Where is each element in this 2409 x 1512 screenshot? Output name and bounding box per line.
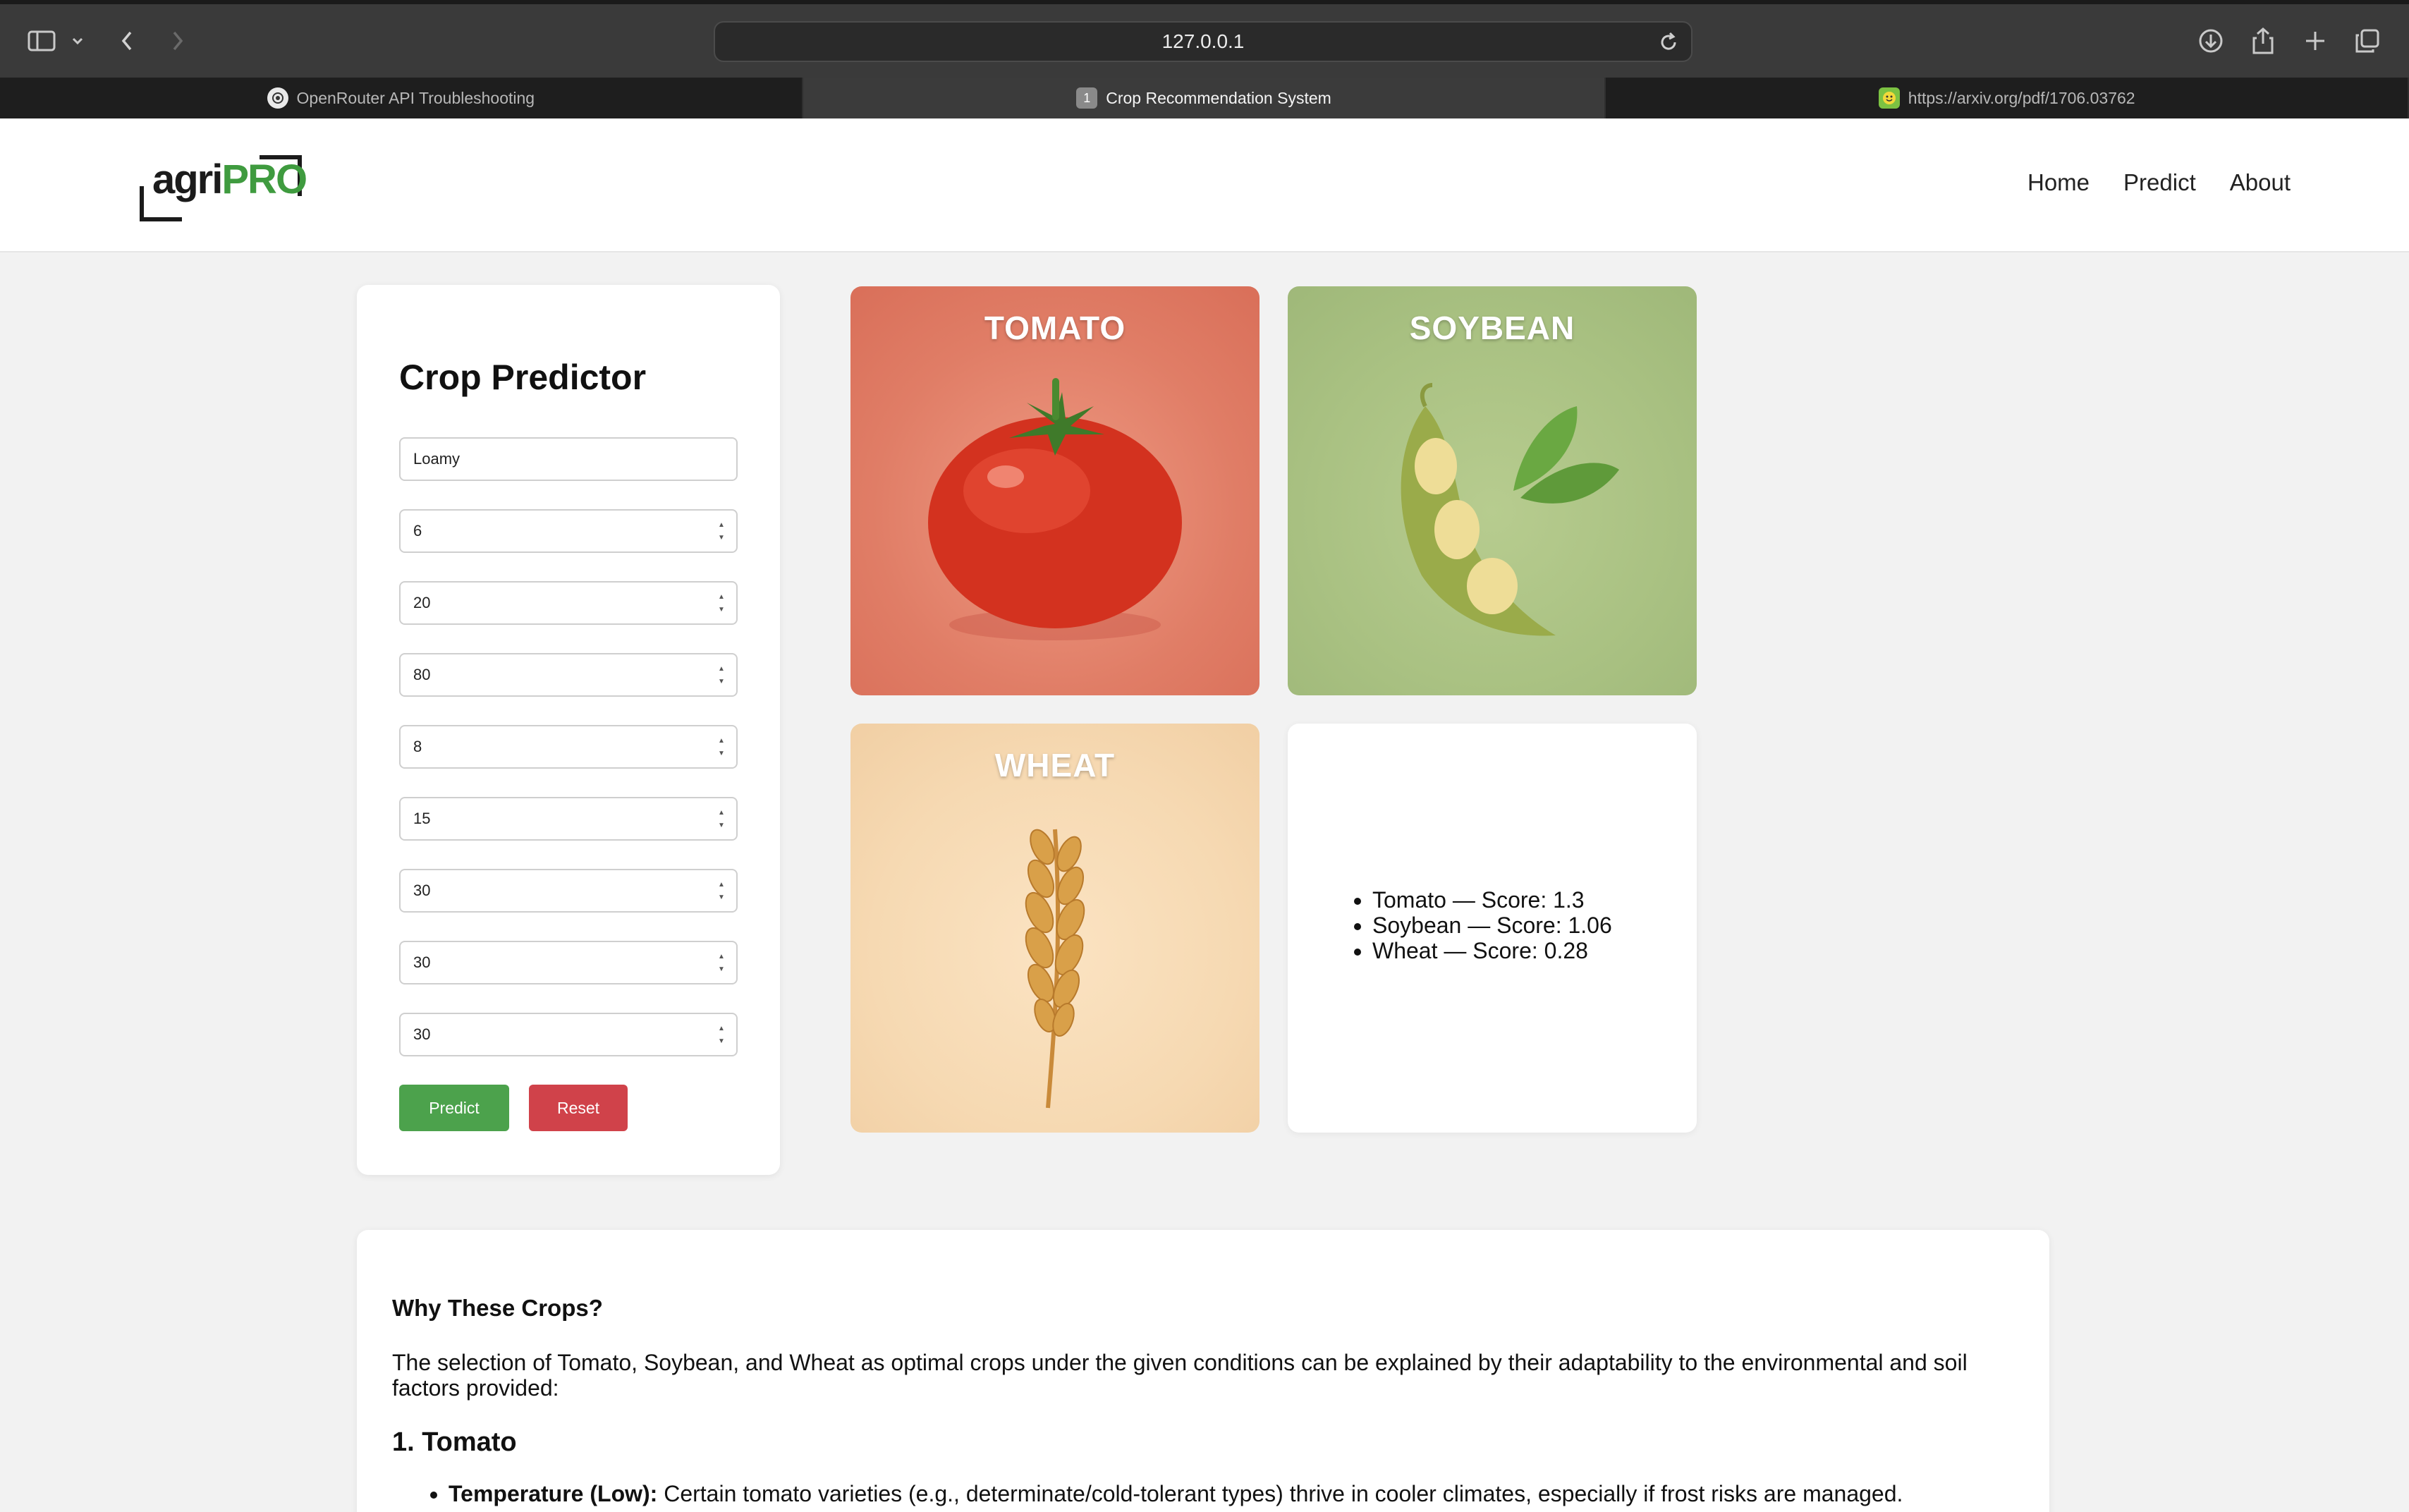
tab-title: Crop Recommendation System (1106, 88, 1331, 107)
input-value: 80 (413, 666, 431, 683)
explanation-heading: Why These Crops? (392, 1295, 603, 1321)
numeric-input-3[interactable]: 80 ▲ ▼ (399, 653, 738, 697)
soybean-label: SOYBEAN (1409, 310, 1575, 346)
reason-text: Certain tomato varieties (e.g., determin… (657, 1481, 1903, 1506)
site-header: agriPRO Home Predict About (0, 118, 2409, 252)
tomato-image (928, 378, 1182, 640)
stepper-icon[interactable]: ▲ ▼ (716, 1025, 726, 1045)
tab-arxiv[interactable]: https://arxiv.org/pdf/1706.03762 (1606, 78, 2409, 118)
browser-chrome: 127.0.0.1 OpenRouter API Troubleshooting… (0, 0, 2409, 118)
wheat-label: WHEAT (994, 747, 1116, 784)
input-value: 20 (413, 594, 431, 611)
nav-about[interactable]: About (2230, 169, 2291, 196)
input-value: 30 (413, 1025, 431, 1043)
logo-text: agriPRO (152, 157, 307, 202)
soybean-card: SOYBEAN (1288, 286, 1697, 695)
explanation-intro: The selection of Tomato, Soybean, and Wh… (392, 1350, 1968, 1401)
soybean-image (1401, 383, 1619, 636)
tomato-label: TOMATO (984, 310, 1126, 346)
stepper-icon[interactable]: ▲ ▼ (716, 666, 726, 685)
stepper-icon[interactable]: ▲ ▼ (716, 522, 726, 542)
tab-badge: 1 (1076, 87, 1098, 109)
agripro-logo[interactable]: agriPRO (140, 155, 307, 223)
numeric-input-6[interactable]: 30 ▲ ▼ (399, 869, 738, 913)
input-value: 30 (413, 882, 431, 899)
form-title: Crop Predictor (399, 358, 647, 397)
stepper-icon[interactable]: ▲ ▼ (716, 882, 726, 901)
result-item-wheat: Wheat — Score: 0.28 (1372, 938, 1612, 963)
chevron-down-icon[interactable] (69, 23, 86, 59)
tab-crop-recommendation[interactable]: 1 Crop Recommendation System (803, 78, 1606, 118)
new-tab-plus-icon[interactable] (2300, 23, 2330, 59)
url-text: 127.0.0.1 (1161, 30, 1245, 52)
results-card: Tomato — Score: 1.3 Soybean — Score: 1.0… (1288, 724, 1697, 1133)
tomato-reasons-list: Temperature (Low): Certain tomato variet… (449, 1481, 2042, 1507)
explanation-card: Why These Crops? The selection of Tomato… (357, 1230, 2049, 1512)
main-nav: Home Predict About (2027, 169, 2291, 196)
reason-label: Temperature (Low): (449, 1481, 658, 1506)
input-value: 8 (413, 738, 422, 755)
result-item-tomato: Tomato — Score: 1.3 (1372, 887, 1612, 913)
browser-toolbar: 127.0.0.1 (0, 4, 2409, 78)
stepper-icon[interactable]: ▲ ▼ (716, 594, 726, 614)
wheat-image (1025, 829, 1085, 1109)
share-icon[interactable] (2248, 23, 2278, 59)
smiley-favicon-icon (1878, 87, 1900, 109)
tab-bar: OpenRouter API Troubleshooting 1 Crop Re… (0, 78, 2409, 118)
nav-predict[interactable]: Predict (2123, 169, 2196, 196)
tomato-subheading: 1. Tomato (392, 1427, 517, 1457)
tab-overview-icon[interactable] (2353, 23, 2382, 59)
reset-button[interactable]: Reset (529, 1085, 628, 1131)
forward-arrow-icon[interactable] (164, 23, 192, 59)
reason-item: Temperature (Low): Certain tomato variet… (449, 1481, 2042, 1507)
input-value: 6 (413, 522, 422, 539)
tomato-card: TOMATO (850, 286, 1260, 695)
results-list: Tomato — Score: 1.3 Soybean — Score: 1.0… (1372, 887, 1612, 963)
numeric-input-2[interactable]: 20 ▲ ▼ (399, 581, 738, 625)
soil-type-input[interactable]: Loamy (399, 437, 738, 481)
stepper-icon[interactable]: ▲ ▼ (716, 953, 726, 973)
predict-button[interactable]: Predict (399, 1085, 509, 1131)
openai-favicon-icon (267, 87, 288, 109)
tab-title: https://arxiv.org/pdf/1706.03762 (1908, 88, 2135, 107)
numeric-input-8[interactable]: 30 ▲ ▼ (399, 1013, 738, 1056)
input-value: 15 (413, 810, 431, 827)
download-icon[interactable] (2196, 23, 2226, 59)
back-arrow-icon[interactable] (113, 23, 141, 59)
result-item-soybean: Soybean — Score: 1.06 (1372, 913, 1612, 938)
numeric-input-5[interactable]: 15 ▲ ▼ (399, 797, 738, 841)
numeric-input-7[interactable]: 30 ▲ ▼ (399, 941, 738, 984)
sidebar-toggle-icon[interactable] (25, 23, 58, 59)
stepper-icon[interactable]: ▲ ▼ (716, 738, 726, 757)
wheat-card: WHEAT (850, 724, 1260, 1133)
soil-type-value: Loamy (413, 450, 461, 468)
tab-openrouter[interactable]: OpenRouter API Troubleshooting (0, 78, 803, 118)
numeric-input-1[interactable]: 6 ▲ ▼ (399, 509, 738, 553)
address-bar[interactable]: 127.0.0.1 (714, 21, 1693, 62)
reload-icon[interactable] (1656, 30, 1681, 55)
numeric-input-4[interactable]: 8 ▲ ▼ (399, 725, 738, 769)
nav-home[interactable]: Home (2027, 169, 2090, 196)
stepper-icon[interactable]: ▲ ▼ (716, 810, 726, 829)
input-value: 30 (413, 953, 431, 971)
tab-title: OpenRouter API Troubleshooting (296, 88, 535, 107)
crop-predictor-form: Crop Predictor Loamy 6 ▲ ▼ 20 ▲ ▼ 80 ▲ ▼ 8 … (357, 285, 780, 1175)
